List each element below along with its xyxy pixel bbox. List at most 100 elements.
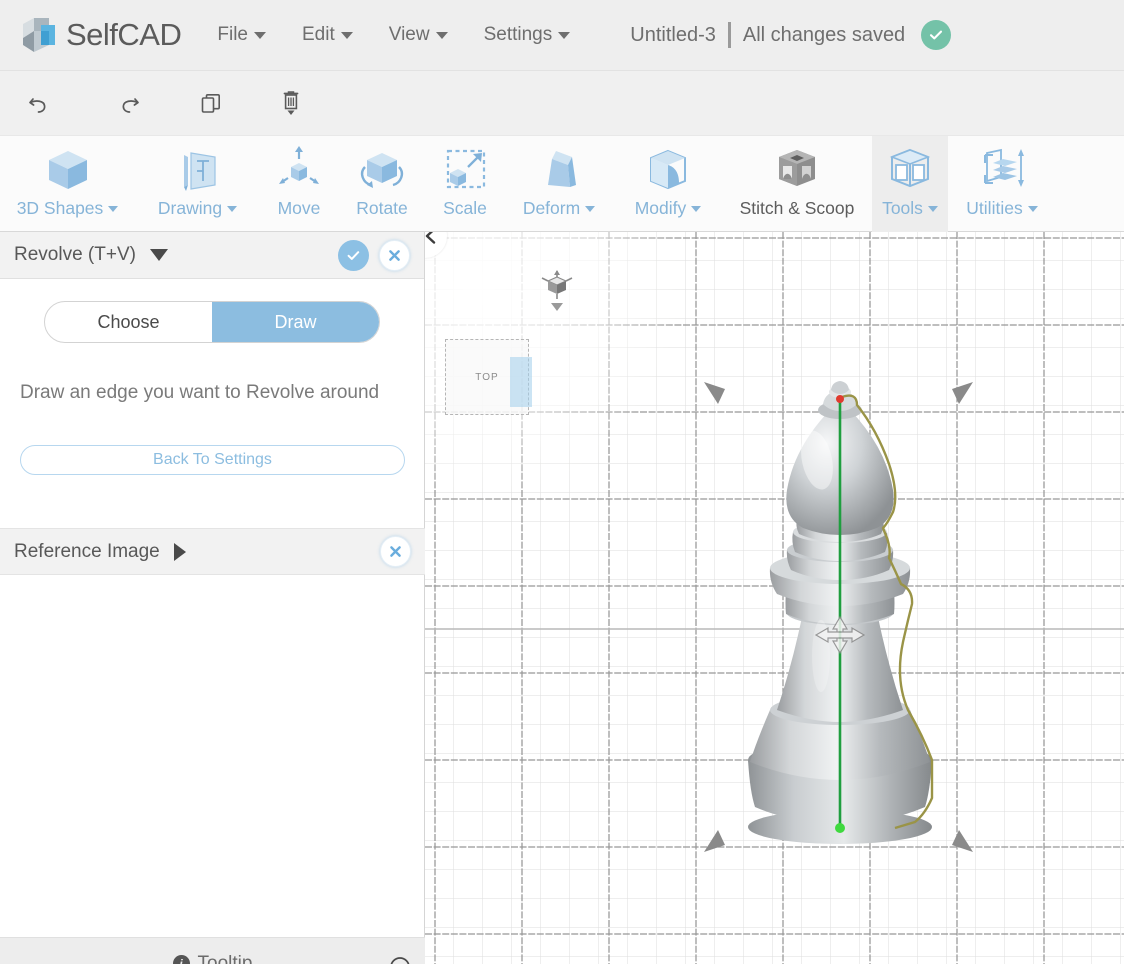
document-title[interactable]: Untitled-3 bbox=[630, 24, 716, 47]
toolbar-item-label: Utilities bbox=[966, 198, 1023, 218]
axis-start-point bbox=[836, 395, 844, 403]
chevron-down-icon bbox=[435, 31, 448, 39]
tooltip-label: Tooltip bbox=[197, 952, 253, 964]
chevron-down-icon bbox=[108, 205, 119, 212]
toolbar-item-drawing[interactable]: Drawing bbox=[135, 136, 260, 233]
reference-image-title: Reference Image bbox=[14, 540, 160, 562]
menu-file-label: File bbox=[217, 24, 248, 45]
toolbar-label: Utilities bbox=[966, 198, 1038, 219]
mode-toggle[interactable]: Choose Draw bbox=[44, 301, 380, 343]
reference-image-section[interactable]: Reference Image bbox=[0, 528, 425, 575]
divider bbox=[727, 22, 731, 48]
toolbar-label: 3D Shapes bbox=[17, 198, 119, 219]
toolbar-item-label: Move bbox=[277, 198, 321, 218]
save-status-label: All changes saved bbox=[742, 23, 906, 46]
deform-icon bbox=[532, 144, 586, 196]
toolbar-item-label: Deform bbox=[522, 198, 581, 218]
chevron-down-icon bbox=[585, 205, 596, 212]
viewport-3d[interactable]: TOP bbox=[425, 232, 1124, 964]
move-icon bbox=[272, 144, 326, 196]
mode-option-draw[interactable]: Draw bbox=[212, 302, 379, 342]
toolbar-label: Rotate bbox=[356, 198, 408, 219]
toolbar-item-label: Drawing bbox=[157, 198, 223, 218]
page-title: Revolve (T+V) bbox=[14, 244, 136, 265]
mode-option-choose[interactable]: Choose bbox=[45, 302, 212, 342]
action-bar: iNot happy with the result? Try creating… bbox=[0, 70, 1124, 197]
chevron-down-icon bbox=[691, 205, 702, 212]
toolbar-label: Tools bbox=[882, 198, 938, 219]
toolbar-item-label: Stitch & Scoop bbox=[739, 198, 855, 218]
toolbar-item-tools[interactable]: Tools bbox=[872, 136, 948, 233]
toolbar-item-label: Modify bbox=[634, 198, 687, 218]
brand: SelfCAD bbox=[18, 14, 182, 56]
tool-settings-body: Choose Draw Draw an edge you want to Rev… bbox=[0, 279, 424, 475]
toolbar-item-3d-shapes[interactable]: 3D Shapes bbox=[0, 136, 135, 233]
axis-end-point bbox=[835, 823, 845, 833]
menu-bar: SelfCAD File Edit View Settings Untitled… bbox=[0, 0, 1124, 70]
menu-edit[interactable]: Edit bbox=[302, 24, 353, 46]
selfcad-logo-icon bbox=[18, 14, 60, 56]
check-circle-icon bbox=[921, 20, 952, 50]
reference-image-cancel-button[interactable] bbox=[380, 536, 411, 567]
view-cube-icon bbox=[541, 270, 573, 299]
toolbar-label: Stitch & Scoop bbox=[740, 198, 855, 219]
tool-settings-header: Revolve (T+V) bbox=[0, 232, 424, 279]
delete-button[interactable] bbox=[272, 85, 310, 123]
triangle-down-icon[interactable] bbox=[149, 249, 168, 261]
menu-view[interactable]: View bbox=[389, 24, 448, 46]
tools-icon bbox=[883, 144, 937, 196]
view-label: TOP bbox=[475, 371, 499, 383]
menu-file[interactable]: File bbox=[217, 24, 266, 46]
toolbar-item-stitch-scoop[interactable]: Stitch & Scoop bbox=[722, 136, 872, 233]
toolbar-item-label: 3D Shapes bbox=[16, 198, 104, 218]
triangle-right-icon[interactable] bbox=[173, 542, 186, 561]
copy-button[interactable] bbox=[192, 85, 230, 123]
toolbar-label: Drawing bbox=[157, 198, 238, 219]
chevron-down-icon bbox=[1027, 205, 1038, 212]
toolbar-item-label: Scale bbox=[443, 198, 487, 218]
toolbar-item-move[interactable]: Move bbox=[260, 136, 338, 233]
toolbar-label: Modify bbox=[635, 198, 702, 219]
cube-icon bbox=[41, 144, 95, 196]
chevron-down-icon bbox=[254, 31, 266, 39]
info-icon: i bbox=[172, 955, 190, 964]
menu-settings[interactable]: Settings bbox=[484, 24, 571, 46]
toolbar-label: Scale bbox=[443, 198, 487, 219]
rotate-icon bbox=[355, 144, 409, 196]
toolbar-item-utilities[interactable]: Utilities bbox=[948, 136, 1056, 233]
instruction-text: Draw an edge you want to Revolve around bbox=[20, 382, 380, 403]
toolbar-item-deform[interactable]: Deform bbox=[504, 136, 614, 233]
document-status-area: Untitled-3 All changes saved bbox=[630, 20, 952, 50]
back-to-settings-button[interactable]: Back To Settings bbox=[20, 445, 405, 475]
view-orientation-selection[interactable] bbox=[510, 357, 532, 407]
toolbar-item-scale[interactable]: Scale bbox=[426, 136, 504, 233]
chevron-down-icon[interactable] bbox=[551, 303, 563, 311]
menu-settings-label: Settings bbox=[483, 24, 553, 45]
toolbar-label: Deform bbox=[522, 198, 596, 219]
toolbar-item-label: Tools bbox=[882, 198, 923, 218]
confirm-button[interactable] bbox=[338, 239, 369, 271]
stitch-scoop-icon bbox=[770, 144, 824, 196]
toolbar-item-label: Rotate bbox=[356, 198, 408, 218]
toolbar-item-rotate[interactable]: Rotate bbox=[338, 136, 426, 233]
chevron-down-icon bbox=[340, 31, 353, 39]
tooltip-header: i Tooltip Video Player bbox=[0, 937, 425, 964]
chevron-down-icon bbox=[227, 205, 238, 212]
chess-bishop-model[interactable] bbox=[425, 232, 1124, 964]
minus-circle-icon[interactable] bbox=[389, 956, 411, 964]
cancel-button[interactable] bbox=[379, 239, 410, 271]
chevron-down-icon bbox=[927, 205, 938, 212]
chevron-left-icon bbox=[425, 232, 436, 244]
main-toolbar: 3D Shapes Drawing Move Rotate Scale Defo… bbox=[0, 135, 1124, 233]
brand-name: SelfCAD bbox=[66, 17, 182, 52]
left-panel: Revolve (T+V) Choose Draw Draw an edge y… bbox=[0, 232, 425, 964]
view-cube-control[interactable] bbox=[537, 270, 577, 322]
toolbar-label: Move bbox=[278, 198, 321, 219]
modify-icon bbox=[641, 144, 695, 196]
toolbar-item-modify[interactable]: Modify bbox=[614, 136, 722, 233]
undo-button[interactable] bbox=[20, 85, 58, 123]
scale-icon bbox=[438, 144, 492, 196]
chevron-down-icon bbox=[558, 31, 571, 39]
drawing-icon bbox=[171, 144, 225, 196]
redo-button[interactable] bbox=[110, 85, 148, 123]
